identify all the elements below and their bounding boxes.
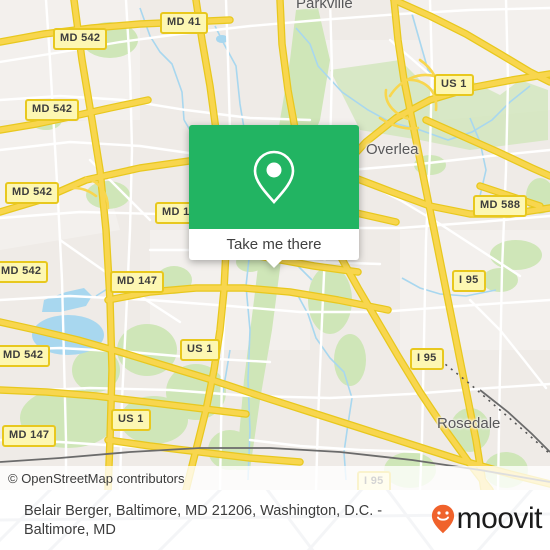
road-shield-md542: MD 542 [0,261,49,283]
road-shield-md147: MD 147 [110,271,165,293]
map-pin-icon [253,150,295,204]
road-shield-md542: MD 542 [0,345,51,367]
road-shield-md542: MD 542 [25,99,80,121]
road-shield-md41: MD 41 [160,12,208,34]
road-shield-us1: US 1 [180,339,220,361]
screenshot-root: Parkville Overlea Rosedale MD 41 MD 542 … [0,0,550,550]
callout-pointer-tail [265,259,283,268]
moovit-wordmark: moovit [456,502,543,535]
road-shield-us1: US 1 [111,409,151,431]
location-callout-card[interactable]: Take me there [189,125,359,268]
moovit-pin-smiley-icon [431,504,454,534]
map-canvas[interactable]: Parkville Overlea Rosedale MD 41 MD 542 … [0,0,550,490]
road-shield-i95: I 95 [410,348,444,370]
road-shield-us1: US 1 [434,74,474,96]
road-shield-md147: MD 147 [2,425,57,447]
road-shield-md542: MD 542 [5,182,60,204]
place-label-overlea: Overlea [366,141,419,158]
road-shield-md588: MD 588 [473,195,528,217]
road-shield-md542: MD 542 [53,28,108,50]
footer-bar: Belair Berger, Baltimore, MD 21206, Wash… [0,490,550,550]
osm-attribution-text[interactable]: © OpenStreetMap contributors [0,471,185,486]
moovit-logo[interactable]: moovit [431,502,543,535]
take-me-there-button[interactable]: Take me there [189,229,359,260]
place-label-parkville: Parkville [296,0,353,12]
location-title: Belair Berger, Baltimore, MD 21206, Wash… [24,503,383,538]
osm-attribution-bar: © OpenStreetMap contributors [0,466,550,490]
callout-pin-panel [189,125,359,229]
take-me-there-label: Take me there [226,236,322,253]
road-shield-i95: I 95 [452,270,486,292]
place-label-rosedale: Rosedale [437,415,501,432]
